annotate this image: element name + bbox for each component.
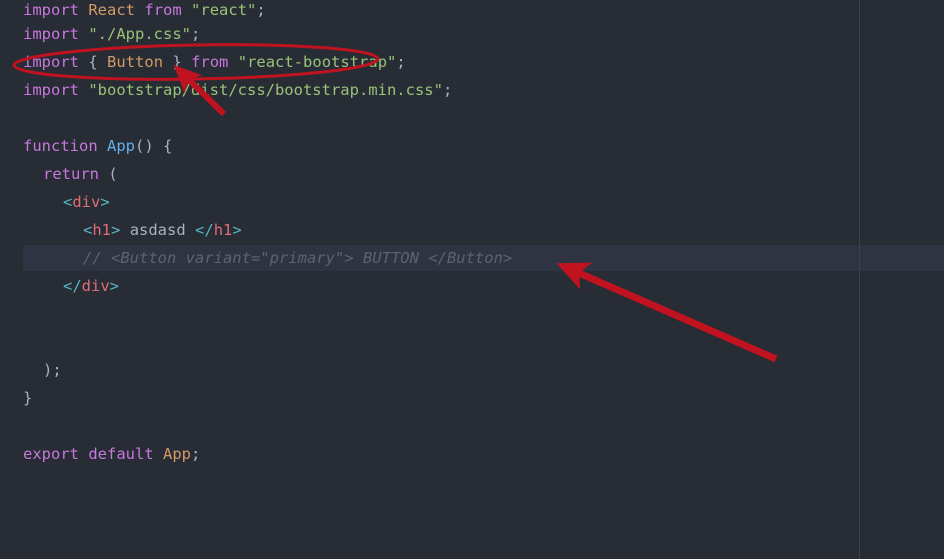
jsx-bracket-close-open: </ — [63, 277, 82, 295]
code-line[interactable]: } — [23, 384, 32, 412]
keyword-default: default — [88, 445, 154, 463]
keyword-return: return — [43, 165, 99, 183]
string-module: "react-bootstrap" — [237, 53, 397, 71]
function-name-app: App — [107, 137, 135, 155]
keyword-import: import — [23, 1, 79, 19]
jsx-bracket-open: < — [63, 193, 73, 211]
semicolon: ; — [191, 25, 201, 43]
tag-name-div: div — [72, 193, 101, 211]
jsx-bracket-close: > — [100, 193, 110, 211]
code-line[interactable]: function App() { — [23, 132, 172, 160]
keyword-export: export — [23, 445, 79, 463]
brace-close: } — [23, 389, 33, 407]
jsx-text-content: asdasd — [120, 221, 196, 239]
paren-close: ) — [43, 361, 53, 379]
code-content[interactable]: import React from "react"; import "./App… — [0, 0, 944, 559]
keyword-from: from — [191, 53, 229, 71]
comment-button-jsx: // <Button variant="primary"> BUTTON </B… — [83, 249, 513, 267]
code-line[interactable]: </div> — [63, 272, 119, 300]
keyword-import: import — [23, 53, 79, 71]
tag-name-h1-closing: h1 — [213, 221, 233, 239]
code-line-commented-button[interactable]: // <Button variant="primary"> BUTTON </B… — [83, 244, 512, 272]
code-line[interactable]: import "bootstrap/dist/css/bootstrap.min… — [23, 76, 452, 104]
code-line[interactable]: export default App; — [23, 440, 200, 468]
code-line[interactable]: <h1> asdasd </h1> — [83, 216, 242, 244]
semicolon: ; — [52, 361, 62, 379]
semicolon: ; — [191, 445, 201, 463]
keyword-function: function — [23, 137, 98, 155]
editor-surface[interactable]: import React from "react"; import "./App… — [0, 0, 944, 559]
jsx-bracket-open: < — [83, 221, 93, 239]
keyword-import: import — [23, 81, 79, 99]
identifier-react: React — [88, 1, 136, 19]
jsx-bracket-close-open: </ — [195, 221, 214, 239]
identifier-button: Button — [107, 53, 164, 71]
keyword-import: import — [23, 25, 79, 43]
code-line[interactable]: ); — [43, 356, 62, 384]
string-module: "bootstrap/dist/css/bootstrap.min.css" — [88, 81, 443, 99]
code-line[interactable]: return ( — [43, 160, 118, 188]
jsx-bracket-close: > — [111, 221, 121, 239]
tag-name-div-closing: div — [81, 277, 110, 295]
code-line[interactable]: <div> — [63, 188, 110, 216]
parens: () — [135, 137, 154, 155]
paren-open: ( — [108, 165, 118, 183]
string-module: "react" — [191, 1, 257, 19]
jsx-bracket-close-end: > — [109, 277, 120, 295]
identifier-app: App — [163, 445, 192, 463]
brace-close: } — [172, 53, 182, 71]
jsx-bracket-close-end: > — [232, 221, 242, 239]
brace-open: { — [153, 137, 173, 155]
code-line[interactable]: import "./App.css"; — [23, 20, 200, 48]
semicolon: ; — [256, 1, 266, 19]
code-editor-screenshot: import React from "react"; import "./App… — [0, 0, 944, 559]
semicolon: ; — [396, 53, 406, 71]
keyword-from: from — [144, 1, 182, 19]
string-module: "./App.css" — [88, 25, 191, 43]
code-line-button-import[interactable]: import { Button } from "react-bootstrap"… — [23, 48, 406, 76]
tag-name-h1: h1 — [92, 221, 112, 239]
brace-open: { — [88, 53, 98, 71]
semicolon: ; — [442, 81, 453, 99]
